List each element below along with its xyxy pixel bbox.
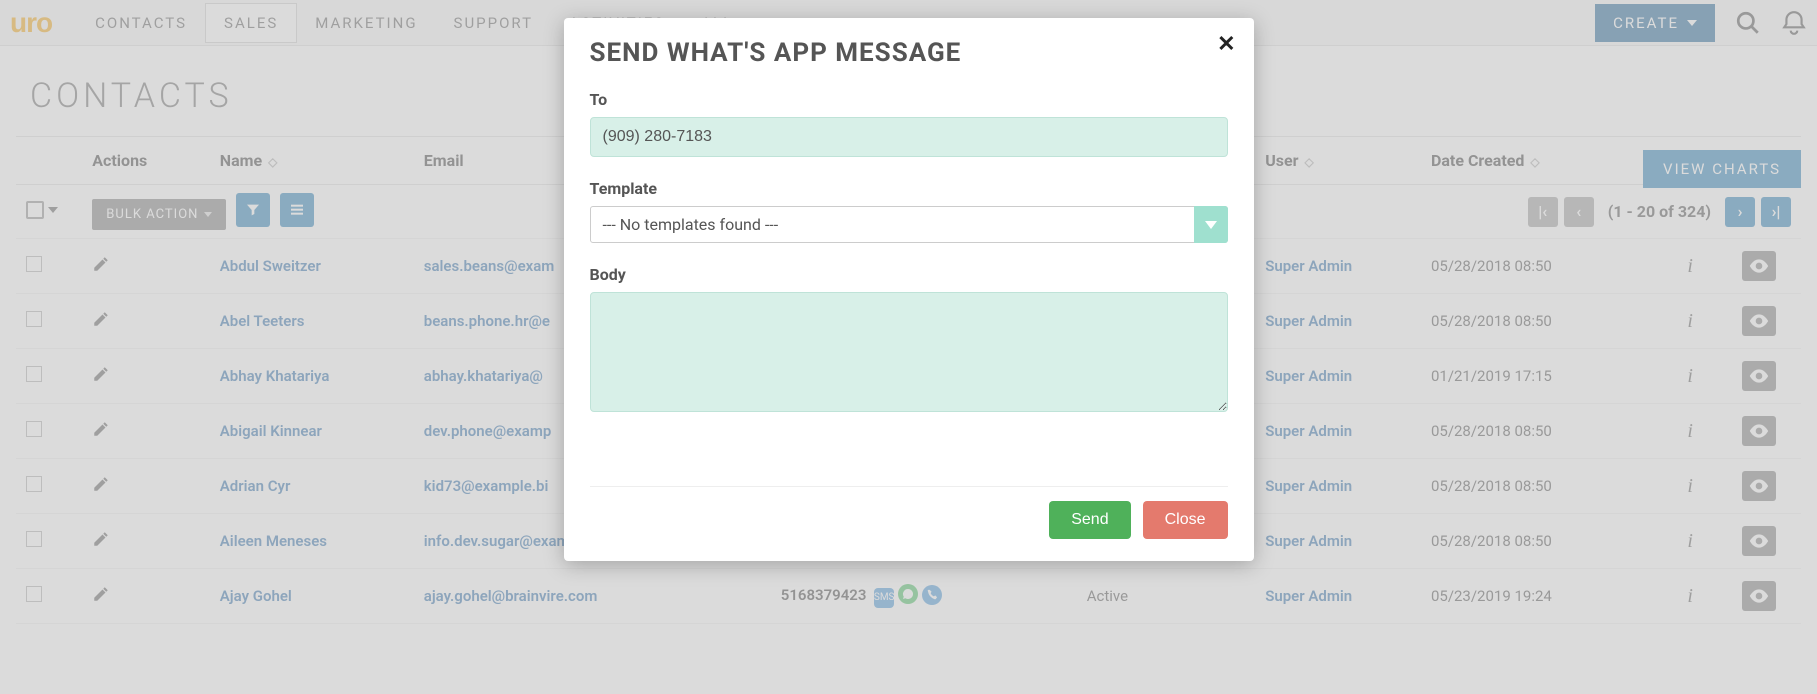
body-textarea[interactable] — [590, 292, 1228, 412]
whatsapp-modal: SEND WHAT'S APP MESSAGE ✕ To Template --… — [564, 18, 1254, 561]
modal-title: SEND WHAT'S APP MESSAGE — [590, 38, 1228, 68]
to-label: To — [590, 90, 1228, 109]
select-dropdown-icon[interactable] — [1194, 206, 1228, 243]
close-icon[interactable]: ✕ — [1217, 32, 1235, 57]
send-button[interactable]: Send — [1049, 501, 1130, 539]
template-select[interactable]: --- No templates found --- — [590, 206, 1228, 243]
close-button[interactable]: Close — [1143, 501, 1228, 539]
to-input[interactable] — [590, 117, 1228, 157]
template-label: Template — [590, 179, 1228, 198]
body-label: Body — [590, 265, 1228, 284]
modal-overlay: SEND WHAT'S APP MESSAGE ✕ To Template --… — [0, 0, 1817, 694]
